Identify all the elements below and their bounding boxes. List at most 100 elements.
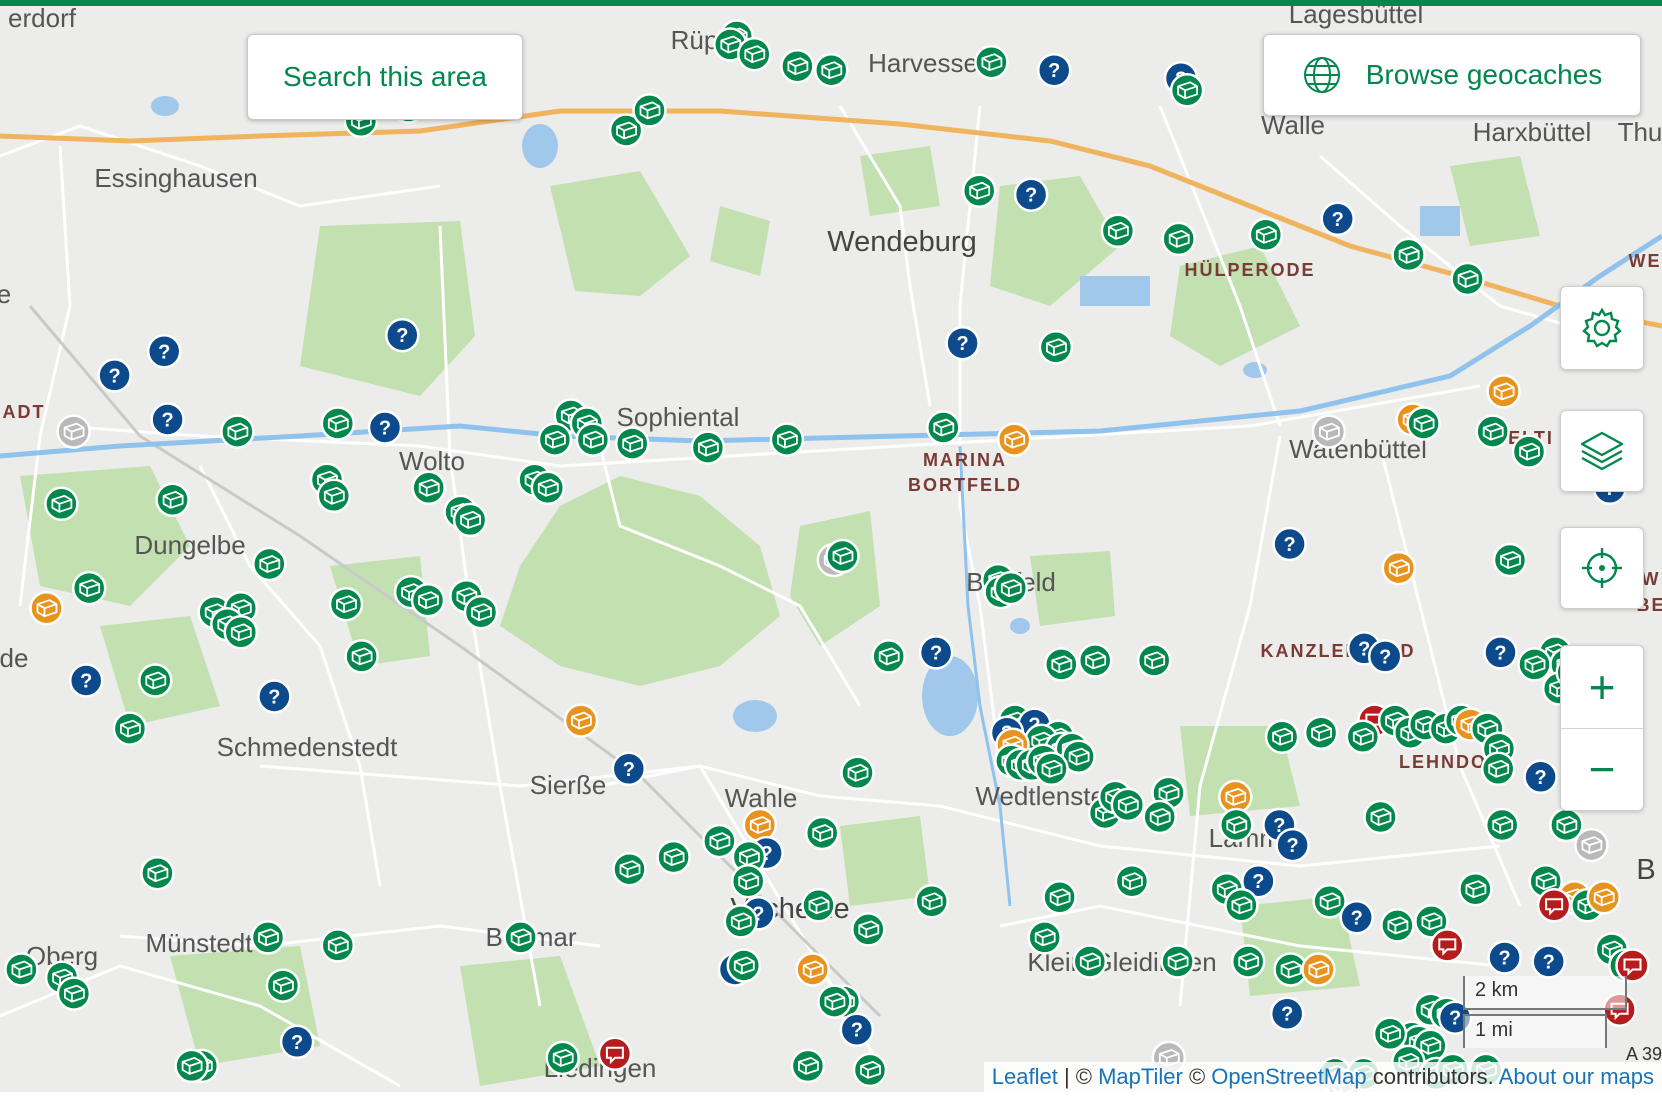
geocache-marker-traditional[interactable] (1372, 1016, 1408, 1052)
geocache-marker-traditional[interactable] (1169, 73, 1205, 108)
geocache-marker-mystery[interactable]: ? (1269, 996, 1305, 1031)
geocache-marker-traditional[interactable] (871, 639, 906, 674)
geocache-marker-traditional[interactable] (702, 823, 737, 859)
geocache-marker-traditional[interactable] (328, 586, 364, 622)
geocache-marker-traditional[interactable] (1345, 719, 1381, 754)
geocache-marker-traditional[interactable] (1303, 715, 1339, 750)
geocache-marker-mystery[interactable]: ? (385, 317, 420, 353)
geocache-marker-multi[interactable] (742, 807, 778, 843)
geocache-marker-traditional[interactable] (1511, 434, 1547, 469)
geocache-marker-multi[interactable] (1586, 880, 1621, 915)
geocache-marker-traditional[interactable] (851, 912, 886, 947)
geocache-marker-traditional[interactable] (410, 582, 446, 618)
geocache-marker-traditional[interactable] (801, 888, 836, 923)
geocache-marker-traditional[interactable] (4, 952, 39, 987)
geocache-marker-disabled[interactable] (1311, 414, 1347, 449)
geocache-marker-traditional[interactable] (612, 851, 647, 887)
geocache-marker-traditional[interactable] (316, 478, 352, 514)
geocache-marker-traditional[interactable] (1380, 908, 1415, 943)
geocache-marker-traditional[interactable] (825, 538, 860, 574)
geocache-marker-traditional[interactable] (411, 470, 446, 506)
geocache-marker-traditional[interactable] (56, 976, 92, 1011)
geocache-marker-traditional[interactable] (1110, 787, 1146, 823)
geocache-marker-traditional[interactable] (174, 1048, 209, 1084)
zoom-out-button[interactable]: − (1561, 729, 1643, 811)
geocache-marker-traditional[interactable] (452, 502, 488, 538)
geocache-marker-traditional[interactable] (344, 639, 379, 674)
geocache-marker-mystery[interactable]: ? (97, 358, 132, 393)
geocache-marker-traditional[interactable] (914, 884, 949, 919)
geocache-marker-event[interactable] (1430, 928, 1465, 963)
geocache-marker-traditional[interactable] (1492, 542, 1528, 578)
geocache-marker-traditional[interactable] (1072, 944, 1108, 979)
geocache-marker-mystery[interactable]: ? (1275, 827, 1310, 863)
leaflet-link[interactable]: Leaflet (992, 1064, 1058, 1089)
geocache-marker-traditional[interactable] (840, 755, 875, 791)
geocache-marker-traditional[interactable] (537, 422, 573, 457)
geocache-marker-traditional[interactable] (265, 968, 301, 1003)
locate-me-button[interactable] (1560, 527, 1644, 609)
geocache-marker-multi[interactable] (795, 952, 830, 987)
geocache-marker-traditional[interactable] (1044, 647, 1079, 682)
geocache-marker-traditional[interactable] (614, 426, 650, 461)
geocache-marker-traditional[interactable] (250, 920, 286, 955)
geocache-marker-traditional[interactable] (320, 406, 356, 441)
geocache-marker-mystery[interactable]: ? (1487, 940, 1522, 975)
geocache-marker-mystery[interactable]: ? (1339, 900, 1374, 935)
geocache-marker-traditional[interactable] (1034, 751, 1069, 787)
geocache-marker-multi[interactable] (1301, 952, 1336, 987)
geocache-marker-traditional[interactable] (961, 173, 997, 208)
geocache-marker-traditional[interactable] (71, 570, 107, 606)
geocache-marker-traditional[interactable] (545, 1040, 580, 1076)
geocache-marker-traditional[interactable] (974, 44, 1009, 80)
geocache-marker-multi[interactable] (563, 703, 599, 738)
geocache-marker-mystery[interactable]: ? (839, 1012, 875, 1047)
maptiler-link[interactable]: MapTiler (1098, 1064, 1183, 1089)
geocache-marker-traditional[interactable] (112, 711, 148, 746)
layers-button[interactable] (1560, 410, 1644, 492)
geocache-marker-traditional[interactable] (814, 52, 849, 88)
geocache-marker-traditional[interactable] (993, 570, 1029, 606)
zoom-in-button[interactable]: + (1561, 646, 1643, 729)
geocache-marker-traditional[interactable] (790, 1048, 826, 1084)
geocache-marker-traditional[interactable] (817, 984, 852, 1019)
geocache-marker-traditional[interactable] (138, 663, 173, 698)
geocache-marker-traditional[interactable] (530, 470, 566, 506)
geocache-marker-mystery[interactable]: ? (1272, 526, 1307, 562)
geocache-marker-traditional[interactable] (926, 410, 961, 445)
openstreetmap-link[interactable]: OpenStreetMap (1211, 1064, 1366, 1089)
geocache-marker-mystery[interactable]: ? (945, 325, 980, 361)
geocache-marker-traditional[interactable] (44, 486, 79, 522)
geocache-marker-traditional[interactable] (140, 855, 175, 891)
geocache-marker-traditional[interactable] (1230, 944, 1266, 979)
geocache-marker-traditional[interactable] (220, 414, 255, 449)
geocache-marker-traditional[interactable] (723, 904, 759, 939)
geocache-marker-mystery[interactable]: ? (611, 751, 647, 787)
geocache-marker-traditional[interactable] (1406, 406, 1441, 441)
geocache-marker-traditional[interactable] (852, 1052, 888, 1088)
geocache-marker-traditional[interactable] (155, 482, 190, 518)
geocache-marker-mystery[interactable]: ? (1036, 52, 1072, 88)
geocache-marker-traditional[interactable] (1363, 799, 1398, 835)
geocache-marker-traditional[interactable] (1458, 871, 1493, 907)
geocache-marker-mystery[interactable]: ? (1483, 635, 1518, 670)
geocache-marker-traditional[interactable] (223, 615, 259, 650)
map-view[interactable]: erdorf Rüper Harvesse Lagesbüttel Essing… (0, 6, 1662, 1098)
geocache-marker-mystery[interactable]: ? (257, 679, 292, 714)
geocache-marker-traditional[interactable] (1114, 863, 1150, 899)
geocache-marker-traditional[interactable] (1224, 888, 1259, 923)
geocache-marker-mystery[interactable]: ? (279, 1024, 315, 1060)
geocache-marker-mystery[interactable]: ? (150, 402, 185, 437)
geocache-marker-traditional[interactable] (1475, 414, 1510, 449)
geocache-marker-disabled[interactable] (56, 414, 91, 449)
geocache-marker-traditional[interactable] (1219, 807, 1254, 843)
geocache-marker-traditional[interactable] (463, 594, 499, 630)
geocache-marker-traditional[interactable] (1077, 643, 1113, 678)
geocache-marker-traditional[interactable] (1038, 330, 1074, 365)
geocache-marker-traditional[interactable] (1517, 647, 1552, 682)
geocache-marker-traditional[interactable] (1136, 643, 1172, 678)
geocache-marker-mystery[interactable]: ? (68, 663, 104, 698)
geocache-marker-traditional[interactable] (1264, 719, 1300, 754)
browse-geocaches-button[interactable]: Browse geocaches (1263, 34, 1641, 116)
geocache-marker-traditional[interactable] (1042, 880, 1077, 915)
